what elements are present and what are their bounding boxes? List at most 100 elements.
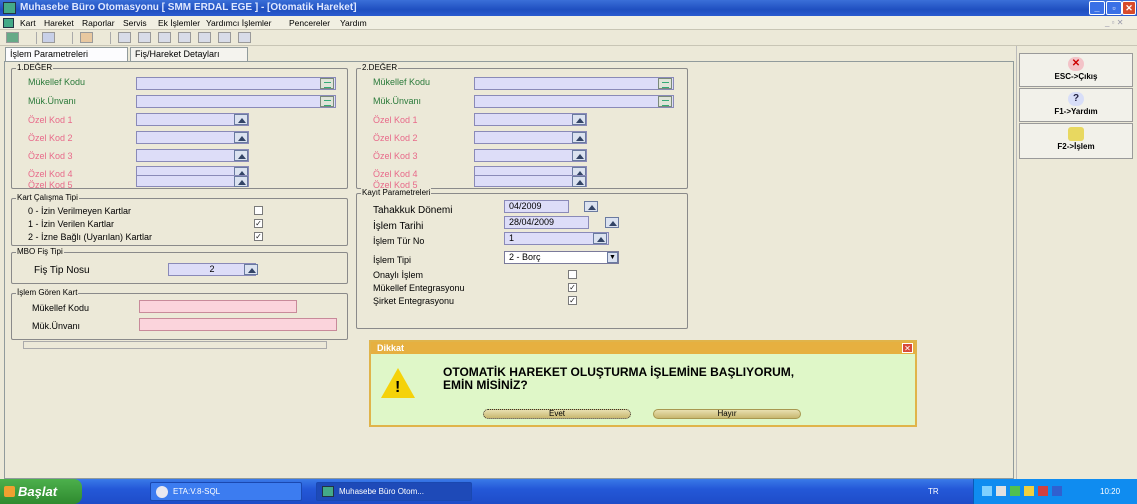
checkbox-mukellef-entegrasyonu[interactable]: ✓ <box>568 283 577 292</box>
calendar-icon[interactable] <box>584 201 598 212</box>
label-muk-unvani-1: Mük.Ünvanı <box>28 96 77 106</box>
checkbox-sirket-entegrasyonu[interactable]: ✓ <box>568 296 577 305</box>
menu-yardimci-islemler[interactable]: Yardımcı İşlemler <box>206 18 272 28</box>
esc-cikis-button[interactable]: ✕ ESC->Çıkış <box>1019 53 1133 87</box>
calendar-icon[interactable] <box>605 217 619 228</box>
input-ozel-kod-5[interactable] <box>474 175 587 187</box>
input-ozel-kod-2[interactable] <box>136 131 249 144</box>
input-ig-mukellef-kodu[interactable] <box>139 300 297 313</box>
doc-icon <box>3 18 14 28</box>
start-button[interactable]: Başlat <box>0 479 82 504</box>
toolbar-window6-icon[interactable] <box>218 32 231 43</box>
toolbar-separator <box>72 32 73 44</box>
checkbox-kart-tip-2[interactable]: ✓ <box>254 232 263 241</box>
right-panel: ✕ ESC->Çıkış ? F1->Yardım F2->İşlem <box>1016 46 1137 479</box>
maximize-button[interactable]: ▫ <box>1106 1 1122 15</box>
input-muk-unvani-1[interactable] <box>136 95 336 108</box>
lookup-icon[interactable] <box>234 132 248 143</box>
input-ozel-kod-3[interactable] <box>136 149 249 162</box>
language-indicator[interactable]: TR <box>928 487 939 496</box>
f1-yardim-button[interactable]: ? F1->Yardım <box>1019 88 1133 122</box>
taskbar-item-muhasebe[interactable]: Muhasebe Büro Otom... <box>316 482 472 501</box>
menu-ek-islemler[interactable]: Ek İşlemler <box>158 18 200 28</box>
checkbox-kart-tip-0[interactable] <box>254 206 263 215</box>
dialog-close-button[interactable]: ✕ <box>902 343 913 353</box>
group-mbo-title: MBO Fiş Tipi <box>16 247 64 256</box>
input-mukellef-kodu-2[interactable] <box>474 77 674 90</box>
tab-islem-parametreleri[interactable]: İşlem Parametreleri <box>5 47 128 62</box>
menu-pencereler[interactable]: Pencereler <box>289 18 330 28</box>
toolbar-window2-icon[interactable] <box>138 32 151 43</box>
grid-lookup-icon[interactable] <box>320 78 334 89</box>
chevron-down-icon[interactable]: ▼ <box>607 252 618 263</box>
toolbar-window4-icon[interactable] <box>178 32 191 43</box>
input-ozel-kod-1[interactable] <box>474 113 587 126</box>
toolbar-hands-icon[interactable] <box>42 32 55 43</box>
lookup-icon[interactable] <box>593 233 607 244</box>
hayir-button[interactable]: Hayır <box>653 409 801 419</box>
windows-logo-icon <box>4 486 15 497</box>
grid-lookup-icon[interactable] <box>320 96 334 107</box>
security-icon[interactable] <box>1010 486 1020 496</box>
input-ozel-kod-1[interactable] <box>136 113 249 126</box>
evet-button[interactable]: Evet <box>483 409 631 419</box>
toolbar-grid-icon[interactable] <box>238 32 251 43</box>
label-kart-tip-1: 1 - İzin Verilen Kartlar <box>28 219 115 229</box>
input-ig-muk-unvani[interactable] <box>139 318 337 331</box>
label-ozel-kod-2: Özel Kod 2 <box>373 133 418 143</box>
update-icon[interactable] <box>1024 486 1034 496</box>
mdi-controls[interactable]: _ ▫ ✕ <box>1105 18 1123 27</box>
toolbar <box>0 30 1137 46</box>
tab-fis-hareket-detaylari[interactable]: Fiş/Hareket Detayları <box>130 47 248 61</box>
input-muk-unvani-2[interactable] <box>474 95 674 108</box>
lookup-icon[interactable] <box>244 264 258 275</box>
input-islem-tarihi[interactable]: 28/04/2009 <box>504 216 589 229</box>
group-kart-calisma-title: Kart Çalışma Tipi <box>16 193 79 202</box>
toolbar-cards-icon[interactable] <box>6 32 19 43</box>
close-button[interactable]: ✕ <box>1122 1 1136 15</box>
alert-icon[interactable] <box>1038 486 1048 496</box>
menu-servis[interactable]: Servis <box>123 18 147 28</box>
menu-kart[interactable]: Kart <box>20 18 36 28</box>
input-fis-tip-nosu[interactable]: 2 <box>168 263 256 276</box>
select-islem-tipi[interactable]: 2 - Borç <box>504 251 619 264</box>
lookup-icon[interactable] <box>572 176 586 187</box>
toolbar-window1-icon[interactable] <box>118 32 131 43</box>
lookup-icon[interactable] <box>234 114 248 125</box>
toolbar-window3-icon[interactable] <box>158 32 171 43</box>
label-ig-mukellef-kodu: Mükellef Kodu <box>32 303 90 313</box>
input-ozel-kod-3[interactable] <box>474 149 587 162</box>
grid-lookup-icon[interactable] <box>658 96 672 107</box>
group-kart-calisma-tipi: Kart Çalışma Tipi 0 - İzin Verilmeyen Ka… <box>11 193 348 246</box>
clock[interactable]: 10:20 <box>1100 487 1120 496</box>
menu-yardim[interactable]: Yardım <box>340 18 367 28</box>
input-mukellef-kodu-1[interactable] <box>136 77 336 90</box>
input-ozel-kod-2[interactable] <box>474 131 587 144</box>
network-icon[interactable] <box>982 486 992 496</box>
toolbar-window5-icon[interactable] <box>198 32 211 43</box>
menu-hareket[interactable]: Hareket <box>44 18 74 28</box>
checkbox-kart-tip-1[interactable]: ✓ <box>254 219 263 228</box>
checkbox-onayli-islem[interactable] <box>568 270 577 279</box>
lookup-icon[interactable] <box>572 132 586 143</box>
app-tray-icon[interactable] <box>1052 486 1062 496</box>
label-mukellef-kodu-1: Mükellef Kodu <box>28 77 86 87</box>
label-mukellef-kodu-2: Mükellef Kodu <box>373 77 431 87</box>
label-islem-tur-no: İşlem Tür No <box>373 236 425 246</box>
lookup-icon[interactable] <box>234 150 248 161</box>
minimize-button[interactable]: _ <box>1089 1 1105 15</box>
input-ozel-kod-5[interactable] <box>136 175 249 187</box>
menu-raporlar[interactable]: Raporlar <box>82 18 115 28</box>
toolbar-tools-icon[interactable] <box>80 32 93 43</box>
label-kart-tip-0: 0 - İzin Verilmeyen Kartlar <box>28 206 132 216</box>
volume-icon[interactable] <box>996 486 1006 496</box>
f2-islem-button[interactable]: F2->İşlem <box>1019 123 1133 159</box>
input-tahakkuk-donemi[interactable]: 04/2009 <box>504 200 569 213</box>
grid-lookup-icon[interactable] <box>658 78 672 89</box>
eta-icon <box>156 486 168 498</box>
taskbar-item-eta[interactable]: ETA:V.8-SQL <box>150 482 302 501</box>
lookup-icon[interactable] <box>234 176 248 187</box>
lookup-icon[interactable] <box>572 150 586 161</box>
lookup-icon[interactable] <box>572 114 586 125</box>
label-ozel-kod-4: Özel Kod 4 <box>28 169 73 179</box>
